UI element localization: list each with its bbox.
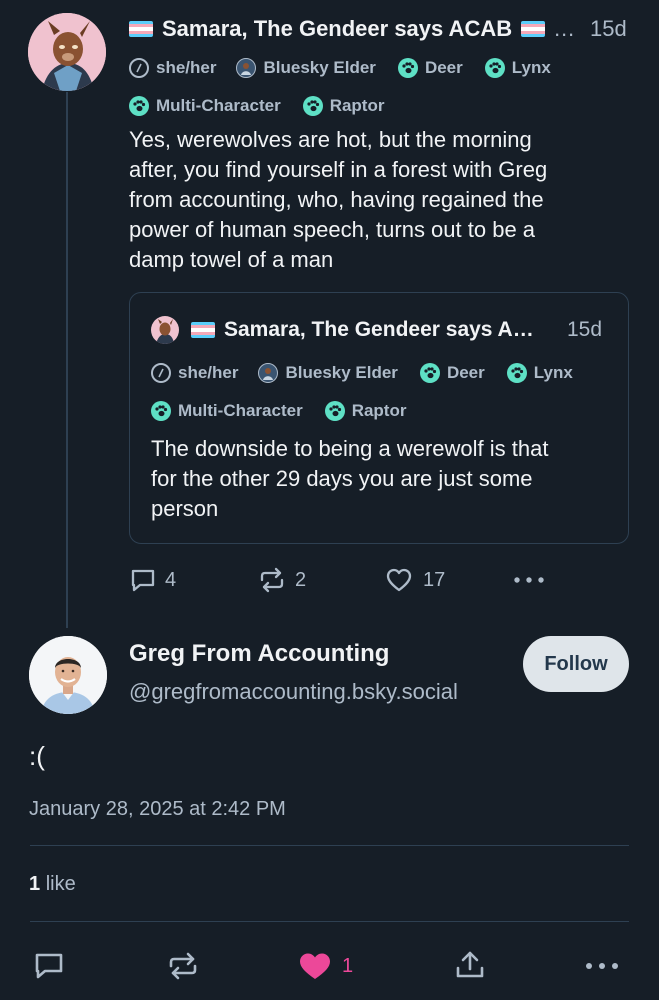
badge-row: she/her Bluesky Elder Deer Lynx [129, 56, 551, 80]
pronoun-badge-icon [129, 58, 149, 78]
likes-summary[interactable]: 1 like [29, 873, 76, 896]
paw-icon [302, 96, 323, 116]
post-text-line: from accounting, who, having regained th… [129, 187, 544, 212]
more-icon [586, 963, 618, 969]
badge-label: Lynx [511, 58, 551, 77]
main-author-name[interactable]: Greg From Accounting [129, 640, 389, 668]
badge-label: Multi-Character [156, 96, 281, 115]
paw-icon [129, 96, 149, 116]
heart-icon [386, 568, 412, 592]
badge-label: she/her [156, 58, 217, 77]
badge-label: Multi-Character [178, 401, 303, 420]
repost-icon [169, 952, 197, 980]
badge-label: she/her [178, 363, 239, 382]
quote-text-line: The downside to being a werewolf is that [151, 436, 549, 461]
reply-icon [131, 569, 155, 592]
quote-text-line: person [151, 496, 219, 521]
badge-label: Raptor [329, 96, 385, 115]
divider [30, 845, 629, 846]
badge-label: Deer [424, 58, 463, 77]
repost-button[interactable]: 2 [257, 566, 306, 594]
more-icon [514, 577, 544, 583]
post-text-line: power of human speech, turns out to be a [129, 217, 536, 242]
trans-flag-icon [521, 21, 546, 37]
more-options-button[interactable] [584, 951, 620, 981]
paw-icon [419, 363, 440, 383]
reply-button[interactable]: 4 [129, 566, 176, 594]
quote-text: The downside to being a werewolf is that… [151, 434, 611, 524]
raptor-badge[interactable]: Raptor [302, 96, 385, 116]
repost-count: 2 [295, 568, 307, 591]
share-button[interactable] [454, 949, 486, 981]
reply-icon [35, 953, 63, 979]
lynx-badge[interactable]: Lynx [484, 58, 551, 78]
main-post-text[interactable]: :( [29, 741, 45, 772]
multi-character-badge[interactable]: Multi-Character [129, 96, 281, 116]
like-button[interactable]: 1 [298, 951, 353, 981]
pronoun-badge[interactable]: she/her [151, 363, 238, 383]
raptor-badge[interactable]: Raptor [324, 401, 407, 421]
post-timestamp[interactable]: January 28, 2025 at 2:42 PM [29, 798, 286, 821]
post-time[interactable]: 15d [590, 16, 627, 42]
badge-label: Deer [446, 363, 485, 382]
heart-icon [300, 953, 330, 979]
reply-count: 4 [165, 568, 177, 591]
quote-avatar[interactable] [151, 316, 179, 344]
share-icon [456, 951, 484, 978]
elder-badge-icon [236, 58, 257, 78]
avatar[interactable] [28, 13, 106, 91]
avatar-image [29, 636, 107, 714]
thread-line [66, 92, 68, 628]
quote-time[interactable]: 15d [567, 318, 602, 342]
deer-badge[interactable]: Deer [419, 363, 485, 383]
paw-icon [484, 58, 505, 78]
quote-text-line: for the other 29 days you are just some [151, 466, 533, 491]
paw-icon [151, 401, 171, 421]
like-button[interactable]: 17 [385, 566, 445, 594]
paw-icon [506, 363, 527, 383]
badge-label: Bluesky Elder [263, 58, 376, 77]
name-ellipsis: … [553, 16, 576, 41]
elder-badge[interactable]: Bluesky Elder [236, 58, 376, 78]
repost-button[interactable] [166, 951, 200, 981]
author-name[interactable]: Samara, The Gendeer says ACAB [162, 16, 512, 42]
post-text-line: damp towel of a man [129, 247, 334, 272]
post-text-line: Yes, werewolves are hot, but the morning [129, 127, 532, 152]
post-author-line[interactable]: Samara, The Gendeer says ACAB … [129, 16, 575, 42]
divider [30, 921, 629, 922]
trans-flag-icon [191, 322, 215, 338]
badge-label: Lynx [533, 363, 573, 382]
paw-icon [324, 401, 345, 421]
post-text-line: after, you find yourself in a forest wit… [129, 157, 548, 182]
like-count: 1 [342, 954, 354, 977]
badge-label: Raptor [351, 401, 407, 420]
repost-icon [260, 567, 284, 593]
badge-row: she/her Bluesky Elder Deer Lynx [151, 361, 573, 385]
follow-button[interactable]: Follow [523, 636, 629, 692]
quote-author-name[interactable]: Samara, The Gendeer says A… [224, 318, 534, 342]
badge-row: Multi-Character Raptor [151, 399, 406, 423]
deer-badge[interactable]: Deer [397, 58, 463, 78]
paw-icon [397, 58, 418, 78]
elder-badge-icon [258, 363, 279, 383]
quote-author-line[interactable]: Samara, The Gendeer says A… [191, 318, 534, 342]
avatar-image [28, 13, 106, 91]
likes-summary-label: like [45, 873, 76, 895]
badge-label: Bluesky Elder [285, 363, 398, 382]
lynx-badge[interactable]: Lynx [506, 363, 573, 383]
like-count: 17 [423, 568, 446, 591]
elder-badge[interactable]: Bluesky Elder [258, 363, 398, 383]
likes-summary-count: 1 [29, 873, 41, 895]
pronoun-badge[interactable]: she/her [129, 58, 216, 78]
main-avatar[interactable] [29, 636, 107, 714]
avatar-image [151, 316, 179, 344]
main-author-handle[interactable]: @gregfromaccounting.bsky.social [129, 679, 458, 705]
more-options-button[interactable] [512, 566, 546, 594]
multi-character-badge[interactable]: Multi-Character [151, 401, 303, 421]
post-text[interactable]: Yes, werewolves are hot, but the morning… [129, 125, 629, 275]
pronoun-badge-icon [151, 363, 171, 383]
reply-button[interactable] [33, 951, 65, 981]
badge-row: Multi-Character Raptor [129, 94, 384, 118]
trans-flag-icon [129, 21, 153, 37]
